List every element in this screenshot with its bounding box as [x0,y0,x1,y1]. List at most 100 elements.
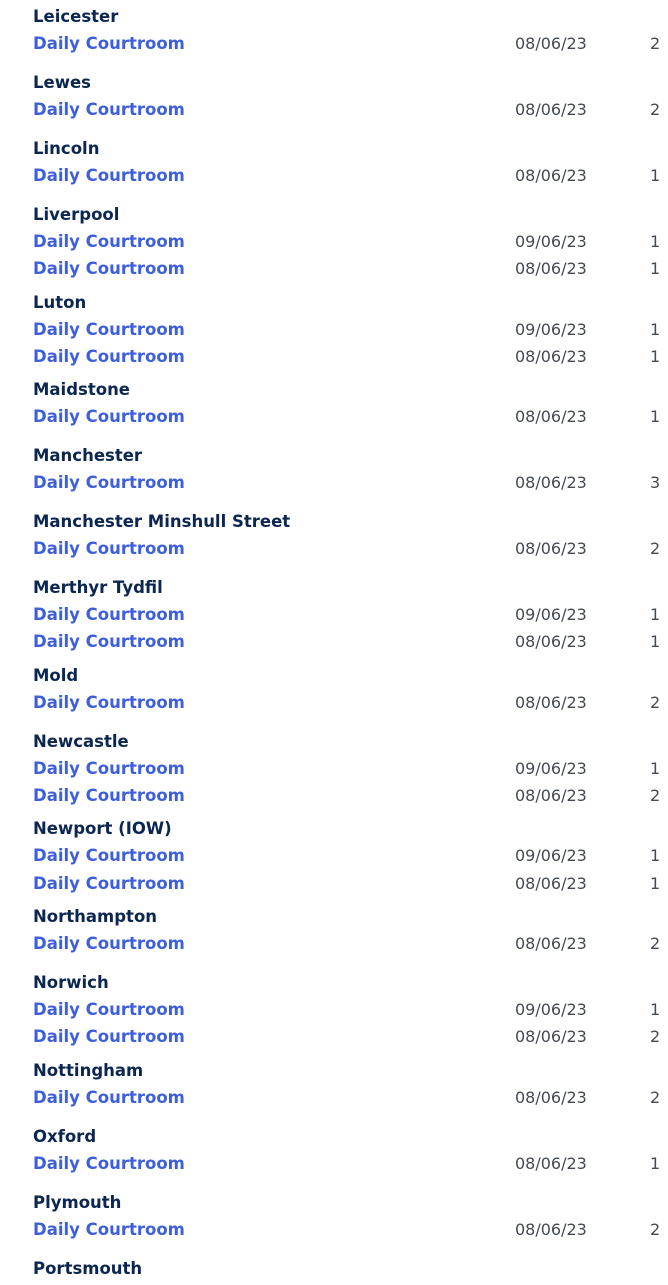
listing-date: 08/06/23 [515,34,587,53]
listing-date: 08/06/23 [515,632,587,652]
courtroom-row: Daily Courtroom 09/06/23 1 [33,845,668,872]
court-name: Mold [33,665,79,685]
courtroom-row: Daily Courtroom 08/06/23 1 [33,873,668,900]
listing-count: 1 [650,166,661,185]
listing-date: 09/06/23 [515,999,587,1019]
court-group: Newcastle Daily Courtroom 09/06/23 1 Daily C… [0,731,668,813]
courtroom-row: Daily Courtroom 08/06/23 2 [33,538,668,571]
courtroom-row: Daily Courtroom 08/06/23 1 [33,406,668,439]
daily-courtroom-link[interactable]: Daily Courtroom [33,632,185,651]
court-name: Luton [33,292,87,312]
listing-date: 08/06/23 [515,100,587,119]
daily-courtroom-link[interactable]: Daily Courtroom [33,100,185,119]
court-group: Norwich Daily Courtroom 09/06/23 1 Daily Cou… [0,972,668,1054]
daily-courtroom-link[interactable]: Daily Courtroom [33,1154,185,1173]
listing-date: 08/06/23 [515,873,587,893]
listing-date: 08/06/23 [515,166,587,185]
daily-courtroom-link[interactable]: Daily Courtroom [33,759,185,778]
court-name: Merthyr Tydfil [33,578,163,598]
court-group: Plymouth Daily Courtroom 08/06/23 2 [0,1192,668,1252]
daily-courtroom-link[interactable]: Daily Courtroom [33,347,185,366]
listing-count: 1 [650,319,661,339]
listing-count: 1 [650,758,661,778]
daily-courtroom-link[interactable]: Daily Courtroom [33,407,185,426]
listing-count: 2 [650,692,661,712]
listing-count: 3 [650,473,661,493]
courtroom-row: Daily Courtroom 08/06/23 2 [33,692,668,725]
daily-courtroom-link[interactable]: Daily Courtroom [33,1220,185,1239]
daily-courtroom-link[interactable]: Daily Courtroom [33,874,185,893]
listing-date: 08/06/23 [515,1027,587,1047]
listing-date: 08/06/23 [515,1153,587,1173]
listing-count: 2 [650,786,661,806]
listing-date: 09/06/23 [515,758,587,778]
court-group: Manchester Daily Courtroom 08/06/23 3 [0,445,668,505]
court-name: Nottingham [33,1060,144,1080]
court-group: Maidstone Daily Courtroom 08/06/23 1 [0,379,668,439]
daily-courtroom-link[interactable]: Daily Courtroom [33,934,185,953]
listing-date: 09/06/23 [515,232,587,251]
court-group: Nottingham Daily Courtroom 08/06/23 2 [0,1060,668,1120]
courtroom-row: Daily Courtroom 08/06/23 2 [33,33,668,66]
listing-date: 08/06/23 [515,346,587,366]
listing-count: 1 [650,259,661,279]
court-name: Liverpool [33,205,120,224]
daily-courtroom-link[interactable]: Daily Courtroom [33,605,185,624]
court-list: Leicester Daily Courtroom 08/06/23 2 Lewes Da… [0,6,668,1285]
court-group: Oxford Daily Courtroom 08/06/23 1 [0,1126,668,1186]
courtroom-row: Daily Courtroom 08/06/23 1 [33,1153,668,1186]
daily-courtroom-link[interactable]: Daily Courtroom [33,539,185,558]
courtroom-row: Daily Courtroom 09/06/23 1 [33,999,668,1026]
courtroom-row: Daily Courtroom 08/06/23 2 [33,1219,668,1252]
court-group: Leicester Daily Courtroom 08/06/23 2 [0,6,668,66]
court-name: Norwich [33,972,109,992]
daily-courtroom-link[interactable]: Daily Courtroom [33,846,185,865]
courtroom-row: Daily Courtroom 08/06/23 3 [33,472,668,505]
listing-count: 1 [650,632,661,652]
listing-date: 08/06/23 [515,933,587,953]
daily-courtroom-link[interactable]: Daily Courtroom [33,34,185,53]
daily-courtroom-link[interactable]: Daily Courtroom [33,320,185,339]
listing-count: 1 [650,232,661,251]
listing-count: 2 [650,1027,661,1047]
court-name: Manchester [33,446,143,466]
daily-courtroom-link[interactable]: Daily Courtroom [33,1088,185,1107]
listing-date: 08/06/23 [515,1087,587,1107]
listing-date: 08/06/23 [515,539,587,559]
courtroom-row: Daily Courtroom 09/06/23 1 [33,231,668,258]
listing-count: 1 [650,873,661,893]
listing-count: 1 [650,605,661,625]
court-name: Manchester Minshull Street [33,512,291,532]
listing-date: 08/06/23 [515,1219,587,1239]
courtroom-row: Daily Courtroom 08/06/23 1 [33,631,668,658]
listing-count: 1 [650,846,661,866]
listing-date: 08/06/23 [515,259,587,279]
courtroom-row: Daily Courtroom 08/06/23 2 [33,99,668,132]
court-group: Manchester Minshull Street Daily Courtroo… [0,511,668,571]
court-group: Newport (IOW) Daily Courtroom 09/06/23 1 Dai… [0,818,668,900]
court-name: Oxford [33,1126,97,1146]
listing-count: 2 [650,1219,661,1239]
courtroom-row: Daily Courtroom 08/06/23 1 [33,346,668,373]
court-name: Plymouth [33,1192,122,1212]
court-group: Mold Daily Courtroom 08/06/23 2 [0,665,668,725]
listing-date: 09/06/23 [515,846,587,866]
courtroom-row: Daily Courtroom 08/06/23 2 [33,785,668,812]
daily-courtroom-link[interactable]: Daily Courtroom [33,786,185,805]
daily-courtroom-link[interactable]: Daily Courtroom [33,232,185,251]
listing-count: 2 [650,1087,661,1107]
daily-courtroom-link[interactable]: Daily Courtroom [33,259,185,278]
listing-date: 09/06/23 [515,605,587,625]
listing-date: 08/06/23 [515,786,587,806]
daily-courtroom-link[interactable]: Daily Courtroom [33,693,185,712]
listing-count: 2 [650,100,661,119]
daily-courtroom-link[interactable]: Daily Courtroom [33,473,185,492]
courtroom-row: Daily Courtroom 08/06/23 2 [33,933,668,966]
daily-courtroom-link[interactable]: Daily Courtroom [33,1027,185,1046]
listing-date: 08/06/23 [515,407,587,427]
listing-date: 08/06/23 [515,692,587,712]
courtroom-row: Daily Courtroom 08/06/23 2 [33,1087,668,1120]
court-name: Lincoln [33,139,100,158]
daily-courtroom-link[interactable]: Daily Courtroom [33,1000,185,1019]
daily-courtroom-link[interactable]: Daily Courtroom [33,166,185,185]
